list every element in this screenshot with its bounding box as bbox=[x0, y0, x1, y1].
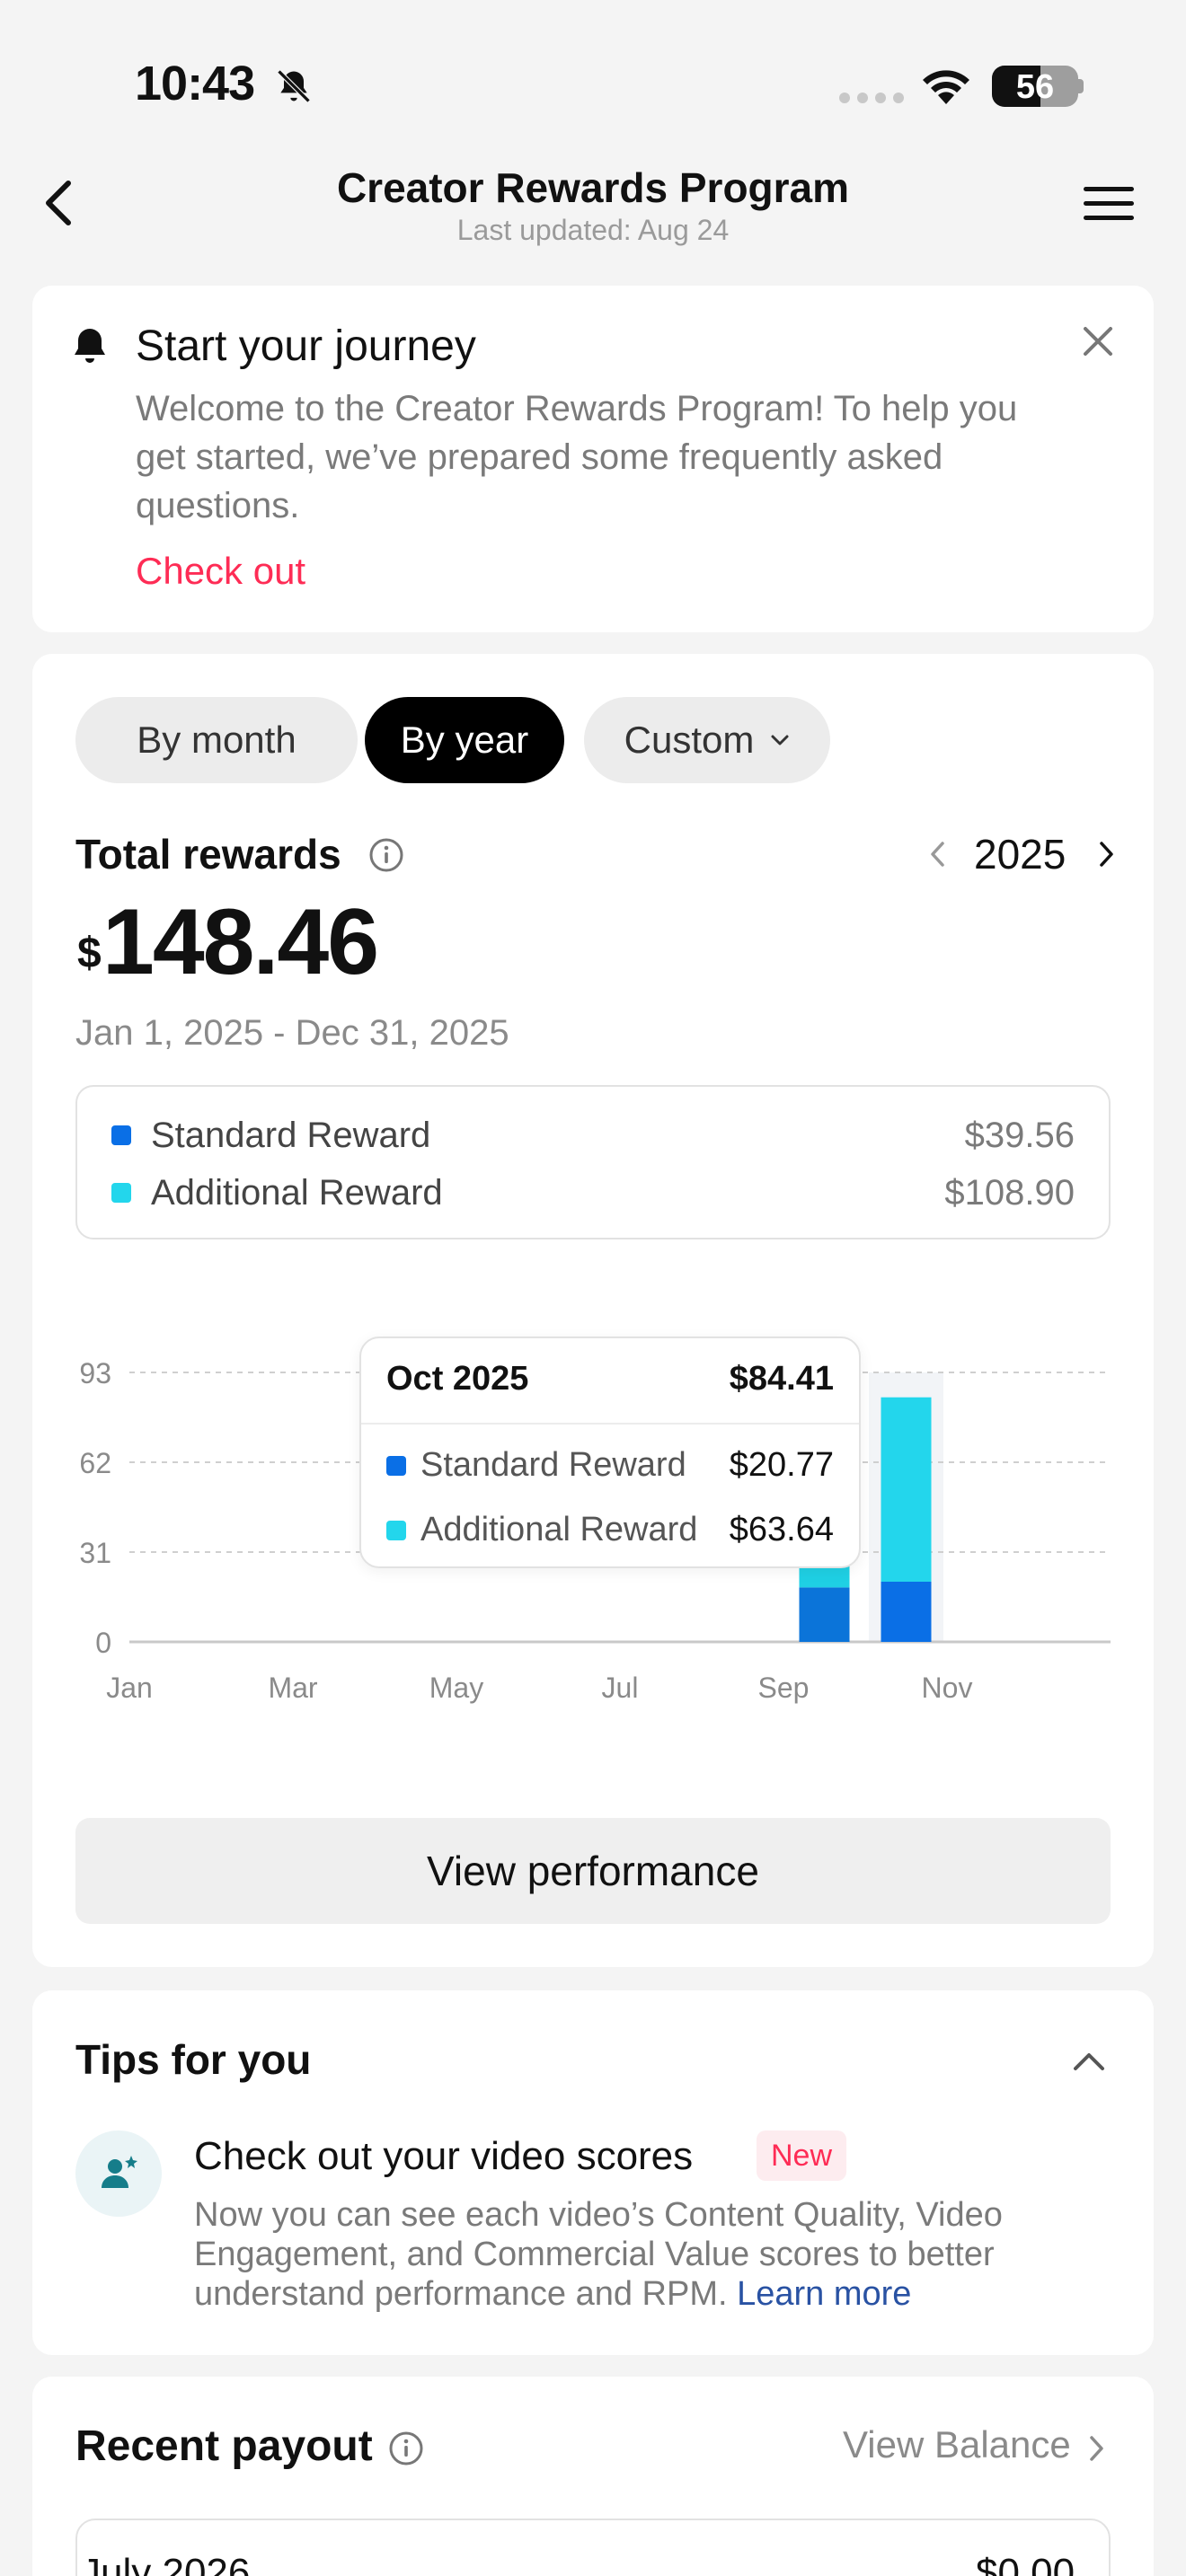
x-tick-label: Sep bbox=[758, 1672, 810, 1704]
tips-card: Tips for you Check out your video scores… bbox=[32, 1990, 1154, 2355]
x-tick-label: Mar bbox=[268, 1672, 317, 1704]
status-time: 10:43 bbox=[135, 57, 255, 110]
battery-nub bbox=[1078, 79, 1084, 93]
recent-payout-title: Recent payout bbox=[75, 2422, 373, 2470]
x-tick-label: Jan bbox=[106, 1672, 153, 1704]
additional-swatch bbox=[111, 1183, 131, 1203]
legend-standard: Standard Reward $39.56 bbox=[111, 1108, 1075, 1162]
bell-icon bbox=[75, 329, 105, 363]
battery-indicator: 56 bbox=[992, 66, 1078, 107]
y-tick-label: 31 bbox=[79, 1537, 111, 1569]
tooltip-total: $84.41 bbox=[729, 1360, 834, 1398]
y-tick-label: 62 bbox=[79, 1447, 111, 1479]
check-out-link[interactable]: Check out bbox=[136, 550, 305, 593]
selected-year: 2025 bbox=[974, 831, 1067, 878]
currency-symbol: $ bbox=[77, 930, 102, 977]
user-star-icon bbox=[102, 2156, 137, 2188]
tooltip-additional-value: $63.64 bbox=[729, 1511, 834, 1548]
journey-card: Start your journey Welcome to the Creato… bbox=[32, 286, 1154, 632]
legend-standard-value: $39.56 bbox=[964, 1115, 1075, 1155]
battery-level: 56 bbox=[1015, 68, 1055, 106]
journey-title: Start your journey bbox=[136, 322, 476, 370]
wifi-icon bbox=[923, 70, 969, 104]
tooltip-month: Oct 2025 bbox=[386, 1360, 529, 1398]
x-tick-label: Nov bbox=[922, 1672, 973, 1704]
journey-body: Welcome to the Creator Rewards Program! … bbox=[136, 389, 1018, 525]
close-icon[interactable] bbox=[1078, 322, 1118, 361]
tooltip-standard-swatch bbox=[386, 1455, 406, 1476]
last-updated: Last updated: Aug 24 bbox=[456, 214, 730, 246]
x-tick-label: Jul bbox=[602, 1672, 639, 1704]
new-badge: New bbox=[757, 2130, 847, 2181]
tooltip-header: Oct 2025 $84.41 bbox=[386, 1360, 834, 1398]
bell-off-icon bbox=[277, 69, 311, 103]
tooltip-standard-value: $20.77 bbox=[729, 1446, 834, 1484]
tooltip-standard-name: Standard Reward bbox=[420, 1446, 686, 1484]
tooltip-additional-swatch bbox=[386, 1520, 406, 1540]
legend-additional-name: Additional Reward bbox=[151, 1172, 443, 1213]
y-tick-label: 0 bbox=[95, 1627, 111, 1659]
chevron-down-icon bbox=[771, 735, 789, 745]
filter-custom-label: Custom bbox=[624, 719, 755, 761]
tooltip-divider bbox=[361, 1423, 859, 1425]
payout-info-icon[interactable] bbox=[388, 2430, 424, 2466]
y-tick-label: 93 bbox=[79, 1357, 111, 1389]
payout-month: July 2026 bbox=[81, 2551, 251, 2576]
filter-by-month[interactable]: By month bbox=[75, 697, 358, 783]
standard-swatch bbox=[111, 1125, 131, 1145]
tooltip-standard-row: Standard Reward $20.77 bbox=[386, 1446, 834, 1485]
view-performance-button[interactable]: View performance bbox=[75, 1818, 1111, 1924]
filter-by-year[interactable]: By year bbox=[365, 697, 564, 783]
learn-more-link[interactable]: Learn more bbox=[737, 2275, 911, 2313]
previous-year-icon[interactable] bbox=[925, 839, 951, 869]
legend-standard-name: Standard Reward bbox=[151, 1115, 431, 1155]
video-scores-icon-wrap bbox=[75, 2130, 162, 2217]
filter-custom[interactable]: Custom bbox=[584, 697, 830, 783]
chevron-right-icon[interactable] bbox=[1085, 2432, 1107, 2465]
bar-oct-standard bbox=[881, 1582, 932, 1642]
total-rewards-label: Total rewards bbox=[75, 831, 341, 878]
total-rewards-amount: 148.46 bbox=[102, 890, 379, 994]
rewards-card: By month By year Custom Total rewards 20… bbox=[32, 654, 1154, 1967]
page-title: Creator Rewards Program bbox=[336, 164, 850, 211]
chevron-up-icon[interactable] bbox=[1071, 2048, 1107, 2073]
next-year-icon[interactable] bbox=[1093, 839, 1120, 869]
rewards-legend: Standard Reward $39.56 Additional Reward… bbox=[75, 1085, 1111, 1239]
hamburger-menu-icon[interactable] bbox=[1082, 183, 1136, 225]
payout-amount: $0.00 bbox=[976, 2551, 1075, 2576]
legend-additional-value: $108.90 bbox=[944, 1172, 1075, 1213]
tip-body: Now you can see each video’s Content Qua… bbox=[194, 2195, 1111, 2314]
tips-title: Tips for you bbox=[75, 2036, 312, 2083]
tooltip-additional-name: Additional Reward bbox=[420, 1511, 698, 1548]
date-range: Jan 1, 2025 - Dec 31, 2025 bbox=[75, 1013, 509, 1053]
recent-payout-card: Recent payout View Balance bbox=[32, 2377, 1154, 2576]
x-tick-label: May bbox=[429, 1672, 483, 1704]
view-balance-link[interactable]: View Balance bbox=[843, 2423, 1071, 2466]
chart-tooltip: Oct 2025 $84.41 Standard Reward $20.77 A… bbox=[359, 1337, 861, 1568]
cellular-signal-icon bbox=[839, 93, 904, 103]
info-icon[interactable] bbox=[368, 837, 404, 873]
legend-additional: Additional Reward $108.90 bbox=[111, 1166, 1075, 1220]
bar-sep-standard bbox=[799, 1587, 850, 1642]
bar-oct-additional bbox=[881, 1397, 932, 1582]
tooltip-additional-row: Additional Reward $63.64 bbox=[386, 1511, 834, 1549]
tip-title: Check out your video scores bbox=[194, 2134, 694, 2178]
